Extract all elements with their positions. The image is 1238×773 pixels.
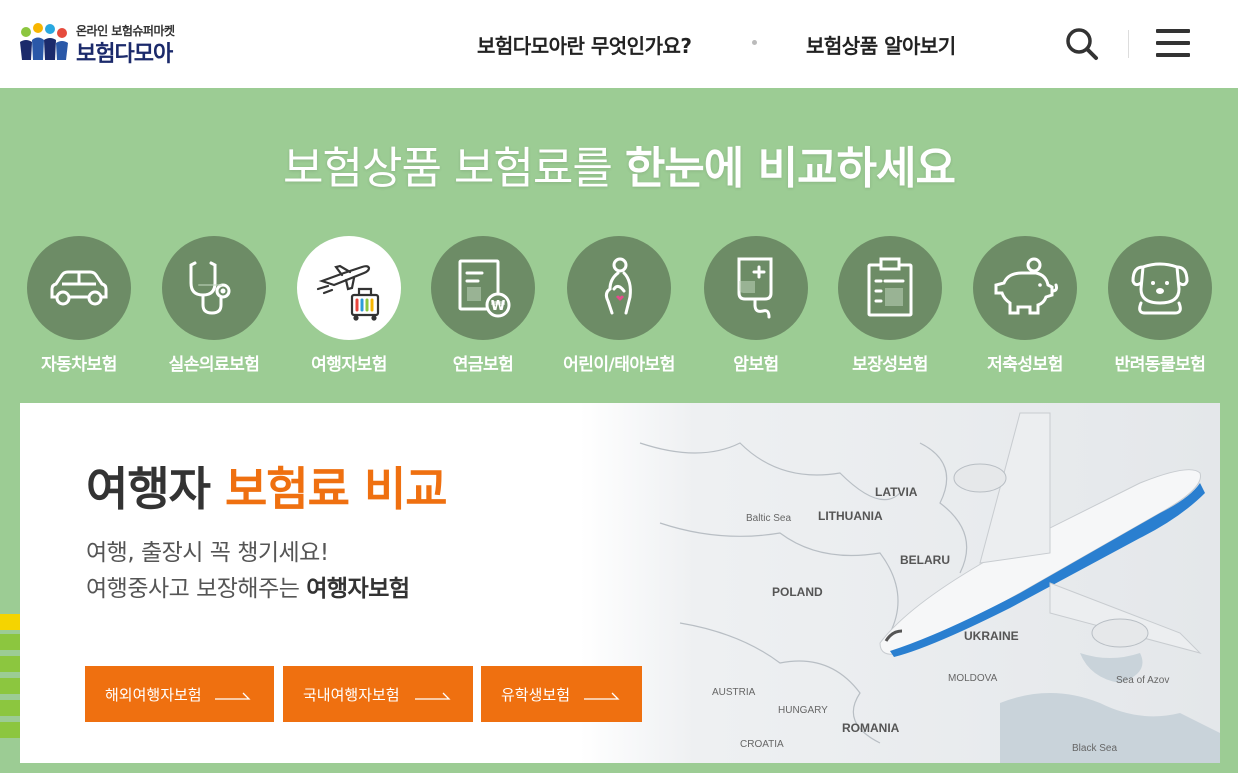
logo-people-icon: [20, 23, 68, 60]
banner-description: 여행, 출장시 꼭 챙기세요!: [86, 540, 329, 566]
category-savings[interactable]: 저축성보험: [955, 236, 1095, 376]
stethoscope-icon: [189, 261, 231, 315]
category-label: 자동차보험: [41, 355, 117, 375]
category-circle: [297, 236, 401, 340]
category-circle: [973, 236, 1077, 340]
arrow-right-icon: [415, 692, 451, 700]
map-label: Baltic Sea: [746, 513, 792, 524]
category-circle: [27, 236, 131, 340]
piggy-bank-icon: [994, 257, 1058, 315]
category-circle: [567, 236, 671, 340]
side-tab[interactable]: [0, 656, 20, 672]
map-label: AUSTRIA: [712, 687, 756, 698]
svg-text:₩: ₩: [491, 299, 506, 314]
headline-light: 보험상품 보험료를: [283, 143, 625, 194]
side-tab[interactable]: [0, 614, 20, 630]
pregnant-woman-icon: [604, 257, 632, 315]
side-tab[interactable]: [0, 722, 20, 738]
site-header: 온라인 보험슈퍼마켓 보험다모아 보험다모아란 무엇인가요? 보험상품 알아보기: [0, 0, 1238, 88]
category-child[interactable]: 어린이/태아보험: [549, 236, 689, 376]
category-pet[interactable]: 반려동물보험: [1090, 236, 1230, 376]
hamburger-line: [1156, 29, 1190, 33]
category-pension[interactable]: ₩ 연금보험: [413, 236, 553, 376]
search-icon: [1066, 28, 1098, 60]
category-label: 반려동물보험: [1114, 355, 1206, 375]
arrow-right-icon: [215, 692, 251, 700]
overseas-travel-button[interactable]: 해외여행자보험: [85, 666, 274, 722]
domestic-travel-button[interactable]: 국내여행자보험: [283, 666, 473, 722]
pension-document-icon: ₩: [458, 259, 511, 318]
map-label: ROMANIA: [842, 721, 900, 735]
banner-desc-bold: 여행자보험: [306, 576, 410, 602]
side-tab[interactable]: [0, 678, 20, 694]
category-label: 보장성보험: [852, 355, 928, 375]
map-label: POLAND: [772, 585, 823, 599]
category-protection[interactable]: 보장성보험: [820, 236, 960, 376]
category-cancer[interactable]: 암보험: [686, 236, 826, 376]
map-lines: [639, 412, 1220, 763]
dog-icon: [1131, 262, 1189, 315]
category-label: 실손의료보험: [168, 355, 260, 375]
travel-banner: LATVIA LITHUANIA BELARU POLAND UKRAINE B…: [20, 403, 1220, 763]
student-insurance-button[interactable]: 유학생보험: [481, 666, 642, 722]
category-travel[interactable]: 여행자보험: [279, 236, 419, 376]
button-label: 국내여행자보험: [303, 686, 400, 704]
car-icon: [50, 270, 108, 306]
map-label: LATVIA: [875, 485, 918, 499]
map-label: MOLDOVA: [948, 673, 998, 684]
banner-title-dark: 여행자: [86, 462, 225, 516]
map-label: CROATIA: [740, 739, 784, 750]
clipboard-icon: [867, 257, 913, 317]
nav-about[interactable]: 보험다모아란 무엇인가요?: [477, 30, 692, 59]
side-tab[interactable]: [0, 634, 20, 650]
search-button[interactable]: [1062, 24, 1102, 64]
map-label: LITHUANIA: [818, 509, 883, 523]
map-label: Black Sea: [1072, 743, 1118, 754]
hamburger-line: [1156, 53, 1190, 57]
hero-headline: 보험상품 보험료를 한눈에 비교하세요: [0, 132, 1238, 196]
map-background: LATVIA LITHUANIA BELARU POLAND UKRAINE B…: [580, 403, 1220, 763]
category-label: 저축성보험: [987, 355, 1063, 375]
hamburger-line: [1156, 41, 1190, 45]
iv-bag-icon: [737, 257, 773, 319]
category-circle: [704, 236, 808, 340]
site-logo[interactable]: 온라인 보험슈퍼마켓 보험다모아: [18, 18, 198, 67]
airplane-luggage-icon: [316, 264, 380, 321]
category-label: 어린이/태아보험: [563, 355, 675, 375]
button-label: 유학생보험: [501, 686, 571, 704]
category-circle: [162, 236, 266, 340]
banner-title: 여행자 보험료 비교: [86, 453, 448, 519]
logo-text: 보험다모아: [76, 42, 173, 67]
side-tab[interactable]: [0, 700, 20, 716]
header-separator: [1128, 30, 1129, 58]
category-label: 연금보험: [452, 355, 514, 375]
category-label: 암보험: [733, 355, 779, 375]
button-label: 해외여행자보험: [105, 686, 202, 704]
nav-divider-dot: [752, 40, 757, 45]
category-circle: ₩: [431, 236, 535, 340]
category-circle: [1108, 236, 1212, 340]
banner-desc-plain: 여행중사고 보장해주는: [86, 576, 307, 602]
nav-products[interactable]: 보험상품 알아보기: [806, 30, 956, 59]
map-label: BELARU: [900, 553, 950, 567]
banner-description-2: 여행중사고 보장해주는 여행자보험: [86, 569, 410, 603]
category-car[interactable]: 자동차보험: [9, 236, 149, 376]
category-circle: [838, 236, 942, 340]
headline-bold: 한눈에 비교하세요: [624, 143, 956, 194]
banner-title-orange: 보험료 비교: [224, 462, 448, 516]
arrow-right-icon: [584, 692, 620, 700]
map-label: HUNGARY: [778, 705, 828, 716]
category-medical[interactable]: 실손의료보험: [144, 236, 284, 376]
map-label: Sea of Azov: [1116, 675, 1170, 686]
category-label: 여행자보험: [311, 355, 387, 375]
map-label: UKRAINE: [964, 629, 1019, 643]
menu-button[interactable]: [1156, 27, 1192, 59]
